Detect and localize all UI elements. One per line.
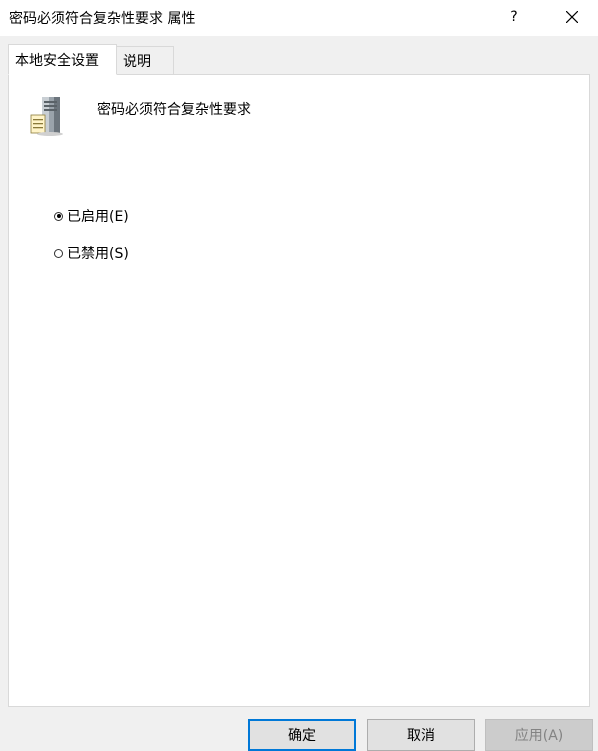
server-policy-icon — [30, 97, 63, 136]
ok-button[interactable]: 确定 — [248, 719, 356, 751]
settings-panel: 密码必须符合复杂性要求 已启用(E) 已禁用(S) — [8, 74, 590, 707]
close-button[interactable] — [552, 0, 592, 34]
radio-enabled[interactable]: 已启用(E) — [54, 206, 129, 226]
tab-local-security-setting[interactable]: 本地安全设置 — [8, 44, 117, 75]
apply-button[interactable]: 应用(A) — [485, 719, 593, 751]
window-title: 密码必须符合复杂性要求 属性 — [9, 11, 196, 27]
radio-checked-icon[interactable] — [54, 211, 63, 221]
title-bar: 密码必须符合复杂性要求 属性 ? — [0, 0, 598, 36]
radio-disabled[interactable]: 已禁用(S) — [54, 243, 129, 263]
help-button[interactable]: ? — [494, 0, 534, 34]
tab-label: 说明 — [123, 53, 151, 70]
tab-explain[interactable]: 说明 — [116, 46, 174, 75]
radio-unchecked-icon[interactable] — [54, 248, 63, 258]
cancel-button[interactable]: 取消 — [367, 719, 475, 751]
tab-label: 本地安全设置 — [15, 52, 99, 69]
close-icon — [566, 11, 578, 23]
help-icon: ? — [510, 9, 518, 25]
radio-enabled-label[interactable]: 已启用(E) — [67, 206, 129, 226]
radio-disabled-label[interactable]: 已禁用(S) — [67, 243, 129, 263]
policy-name: 密码必须符合复杂性要求 — [97, 102, 251, 118]
